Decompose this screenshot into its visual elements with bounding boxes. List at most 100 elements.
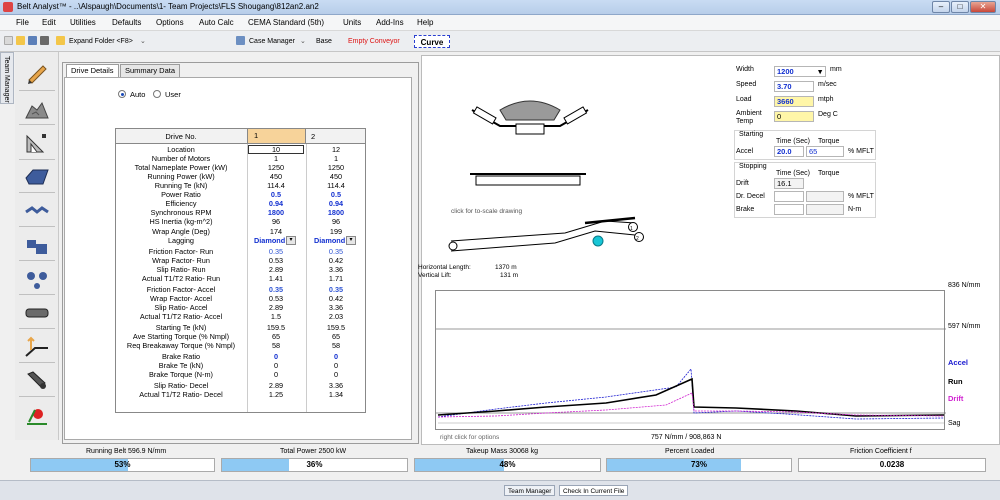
drive-1-value[interactable]: 58: [248, 341, 304, 350]
speed-field[interactable]: 3.70: [774, 81, 814, 92]
drive-1-value[interactable]: Diamond: [248, 236, 304, 245]
drive-2-value[interactable]: 96: [308, 217, 364, 226]
alarm-icon[interactable]: [23, 402, 51, 428]
drive-1-value[interactable]: 0: [248, 361, 304, 370]
drive-2-value[interactable]: 0: [308, 370, 364, 379]
drive-2-value[interactable]: 0.5: [308, 190, 364, 199]
brake-torque-field[interactable]: [806, 204, 844, 215]
print-icon[interactable]: [40, 36, 49, 45]
drive-2-value[interactable]: 0.94: [308, 199, 364, 208]
pulley-set-icon[interactable]: [23, 266, 51, 292]
drive-2-value[interactable]: 65: [308, 332, 364, 341]
menu-utilities[interactable]: Utilities: [70, 18, 96, 27]
drive-2-value[interactable]: 3.36: [308, 381, 364, 390]
drive-1-value[interactable]: 174: [248, 227, 304, 236]
idler-cross-section-drawing[interactable]: [470, 98, 590, 142]
drive-1-value[interactable]: 0.5: [248, 190, 304, 199]
menu-edit[interactable]: Edit: [42, 18, 56, 27]
drive-1-value[interactable]: 0.35: [248, 285, 304, 294]
width-select[interactable]: 1200 ▾: [774, 66, 826, 77]
drive-2-value[interactable]: 1800: [308, 208, 364, 217]
case-empty-conveyor-button[interactable]: Empty Conveyor: [348, 35, 400, 48]
drive-2-value[interactable]: 114.4: [308, 181, 364, 190]
chevron-down-icon[interactable]: ⌄: [300, 35, 306, 48]
user-radio[interactable]: [153, 90, 161, 98]
drive-2-value[interactable]: 0: [308, 361, 364, 370]
drive-1-value[interactable]: 96: [248, 217, 304, 226]
menu-add-ins[interactable]: Add-Ins: [376, 18, 404, 27]
drive-1-value[interactable]: 0: [248, 352, 304, 361]
drive-1-value[interactable]: 2.89: [248, 303, 304, 312]
menu-auto-calc[interactable]: Auto Calc: [199, 18, 234, 27]
menu-options[interactable]: Options: [156, 18, 184, 27]
drive-2-value[interactable]: 58: [308, 341, 364, 350]
drive-1-value[interactable]: 1.25: [248, 390, 304, 399]
ambient-temp-field[interactable]: 0: [774, 111, 814, 122]
accel-torque-field[interactable]: 65: [806, 146, 844, 157]
minimize-button[interactable]: –: [932, 1, 950, 13]
tab-drive-details[interactable]: Drive Details: [66, 64, 119, 78]
drive-2-value[interactable]: 1: [308, 154, 364, 163]
save-icon[interactable]: [28, 36, 37, 45]
drive-2-value[interactable]: 12: [308, 145, 364, 154]
brake-time-field[interactable]: [774, 204, 804, 215]
belt-link-icon[interactable]: [23, 198, 51, 224]
conveyor-profile-drawing[interactable]: 1 2: [445, 215, 655, 255]
drive-1-value[interactable]: 2.89: [248, 381, 304, 390]
drive-1-value[interactable]: 1.5: [248, 312, 304, 321]
drive-2-value[interactable]: 0.35: [308, 285, 364, 294]
drive-2-value[interactable]: 0.42: [308, 256, 364, 265]
drive-2-value[interactable]: Diamond: [308, 236, 364, 245]
drive-1-value[interactable]: 0: [248, 370, 304, 379]
menu-file[interactable]: File: [16, 18, 29, 27]
drive-1-value[interactable]: 2.89: [248, 265, 304, 274]
drive-2-value[interactable]: 159.5: [308, 323, 364, 332]
brake-icon[interactable]: [23, 368, 51, 394]
tab-summary-data[interactable]: Summary Data: [120, 64, 181, 77]
pencil-icon[interactable]: [23, 60, 51, 86]
check-in-task-button[interactable]: Check In Current File: [559, 485, 629, 496]
drive-1-value[interactable]: 0.94: [248, 199, 304, 208]
drive-1-value[interactable]: 114.4: [248, 181, 304, 190]
drive-2-value[interactable]: 450: [308, 172, 364, 181]
drive-2-value[interactable]: 1.34: [308, 390, 364, 399]
chevron-down-icon[interactable]: ⌄: [140, 35, 146, 48]
drive-1-value[interactable]: 65: [248, 332, 304, 341]
case-base-button[interactable]: Base: [316, 35, 332, 48]
drive-1-value[interactable]: 450: [248, 172, 304, 181]
take-up-icon[interactable]: [23, 334, 51, 360]
drive-2-value[interactable]: 1250: [308, 163, 364, 172]
drive-2-header[interactable]: 2: [311, 132, 315, 141]
accel-time-field[interactable]: 20.0: [774, 146, 804, 157]
drive-1-value[interactable]: 0.35: [248, 247, 304, 256]
drive-1-value[interactable]: 159.5: [248, 323, 304, 332]
drive-2-value[interactable]: 0.42: [308, 294, 364, 303]
drive-2-value[interactable]: 1.71: [308, 274, 364, 283]
case-curve-button[interactable]: Curve: [414, 35, 450, 48]
decel-time-field[interactable]: [774, 191, 804, 202]
drive-2-value[interactable]: 199: [308, 227, 364, 236]
hopper-icon[interactable]: [23, 164, 51, 190]
drive-2-value[interactable]: 3.36: [308, 303, 364, 312]
auto-radio[interactable]: [118, 90, 126, 98]
menu-units[interactable]: Units: [343, 18, 361, 27]
belt-tension-chart[interactable]: [435, 290, 946, 430]
load-field[interactable]: 3660: [774, 96, 814, 107]
maximize-button[interactable]: □: [951, 1, 969, 13]
drive-2-value[interactable]: 0.35: [308, 247, 364, 256]
drive-1-value[interactable]: 0.53: [248, 294, 304, 303]
drive-1-header[interactable]: 1: [247, 129, 306, 143]
pipe-icon[interactable]: [23, 232, 51, 258]
drive-1-value[interactable]: 1.41: [248, 274, 304, 283]
menu-cema-standard[interactable]: CEMA Standard (5th): [248, 18, 324, 27]
drive-2-value[interactable]: 3.36: [308, 265, 364, 274]
menu-help[interactable]: Help: [417, 18, 433, 27]
ruler-icon[interactable]: [23, 130, 51, 156]
open-folder-icon[interactable]: [16, 36, 25, 45]
drive-1-value[interactable]: 1250: [248, 163, 304, 172]
drive-1-value[interactable]: 1800: [248, 208, 304, 217]
case-manager-button[interactable]: Case Manager: [249, 35, 295, 48]
menu-defaults[interactable]: Defaults: [112, 18, 141, 27]
drive-1-value[interactable]: 0.53: [248, 256, 304, 265]
decel-torque-field[interactable]: [806, 191, 844, 202]
